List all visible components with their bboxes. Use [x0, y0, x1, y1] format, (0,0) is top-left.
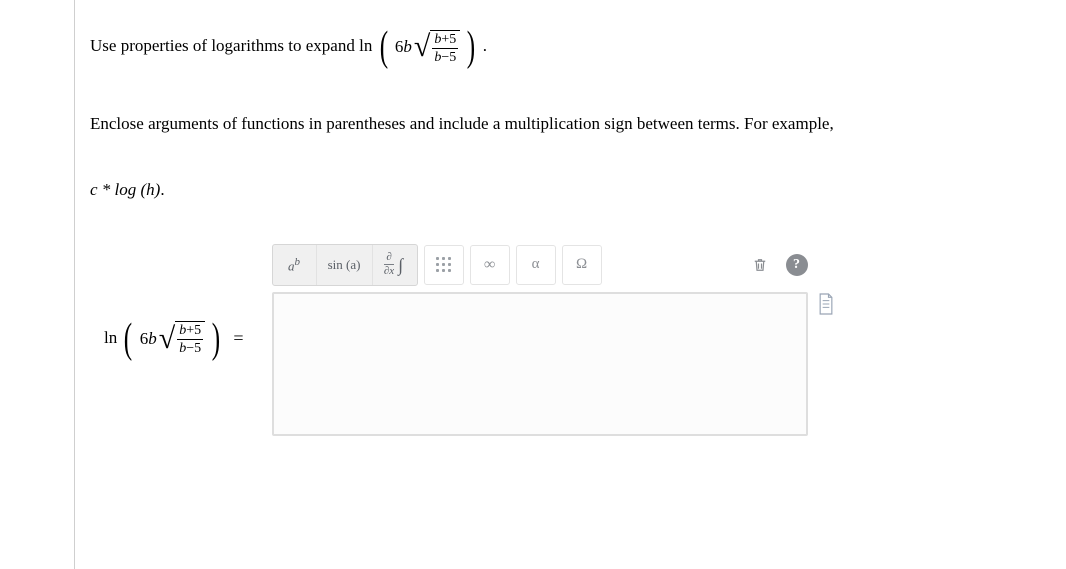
calculus-button[interactable]: ∂ ∂x ∫	[373, 245, 417, 285]
power-button[interactable]: ab	[273, 245, 317, 285]
equals-sign: =	[233, 328, 243, 349]
help-button[interactable]: ?	[786, 254, 808, 276]
prompt-expression: ln ( 6b √ b+5 b−5 )	[359, 36, 483, 55]
keypad-icon	[436, 257, 451, 272]
left-margin-rule	[74, 0, 75, 569]
radical-icon: √	[159, 324, 175, 354]
equation-lhs: ln ( 6b √ b+5 b−5 ) =	[104, 240, 254, 360]
format-example: c * log (h).	[90, 180, 976, 200]
omega-button[interactable]: Ω	[562, 245, 602, 285]
toolbar-group-main: ab sin (a) ∂ ∂x ∫	[272, 244, 418, 286]
example-sheet-icon	[816, 292, 836, 316]
trash-icon	[751, 256, 769, 274]
infinity-button[interactable]: ∞	[470, 245, 510, 285]
fraction: b+5 b−5	[432, 32, 458, 65]
radical-icon: √	[414, 32, 430, 62]
answer-input[interactable]	[272, 292, 808, 436]
alpha-button[interactable]: α	[516, 245, 556, 285]
prompt-prefix: Use properties of logarithms to expand	[90, 36, 359, 55]
format-note: Enclose arguments of functions in parent…	[90, 112, 976, 136]
example-sheet-button[interactable]	[816, 292, 836, 316]
keypad-button[interactable]	[424, 245, 464, 285]
math-toolbar: ab sin (a) ∂ ∂x ∫	[272, 240, 808, 292]
trash-button[interactable]	[740, 245, 780, 285]
sqrt: √ b+5 b−5	[414, 30, 460, 65]
trig-button[interactable]: sin (a)	[317, 245, 373, 285]
prompt-line: Use properties of logarithms to expand l…	[90, 26, 976, 68]
